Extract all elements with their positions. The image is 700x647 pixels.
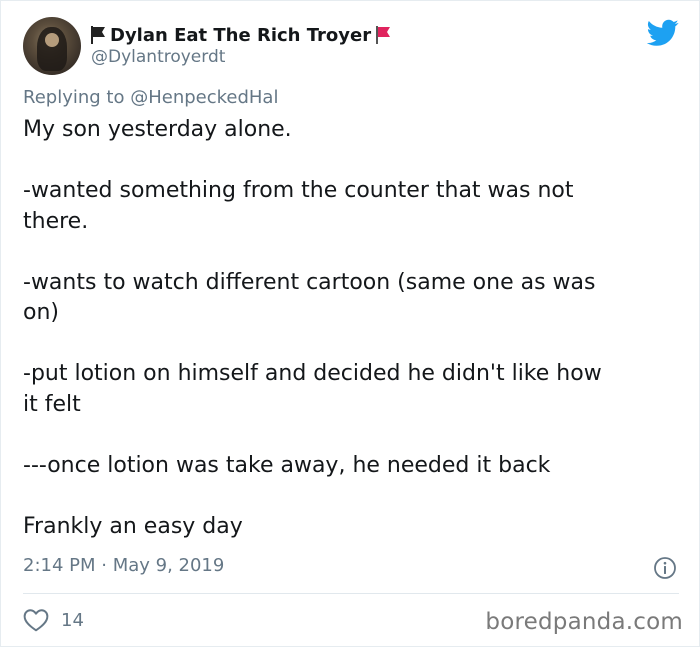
avatar-face [45, 33, 59, 47]
replying-to-prefix: Replying to [23, 87, 131, 108]
tweet-card: Dylan Eat The Rich Troyer @Dylantroyerdt… [0, 0, 700, 647]
tweet-paragraph: ---once lotion was take away, he needed … [23, 452, 551, 478]
tweet-paragraph: Frankly an easy day [23, 513, 243, 539]
twitter-bird-icon[interactable] [646, 19, 679, 47]
avatar[interactable] [23, 17, 81, 75]
tweet-text: My son yesterday alone. -wanted somethin… [23, 115, 679, 542]
tweet-paragraph: -wants to watch different cartoon (same … [23, 269, 596, 326]
like-button[interactable]: 14 [23, 607, 84, 633]
tweet-paragraph: My son yesterday alone. [23, 117, 292, 142]
tweet-paragraph: -wanted something from the counter that … [23, 178, 574, 234]
author-name-row[interactable]: Dylan Eat The Rich Troyer [89, 23, 392, 47]
tweet-timestamp[interactable]: 2:14 PM · May 9, 2019 [23, 555, 224, 576]
replying-to: Replying to @HenpeckedHal [23, 87, 278, 108]
info-icon[interactable] [653, 556, 677, 580]
author-handle[interactable]: @Dylantroyerdt [91, 47, 225, 67]
like-count: 14 [61, 609, 84, 631]
red-flag-icon [374, 25, 392, 45]
black-flag-icon [89, 25, 107, 45]
tweet-paragraph: -put lotion on himself and decided he di… [23, 361, 602, 417]
reply-mention-link[interactable]: @HenpeckedHal [130, 87, 278, 108]
divider [23, 593, 679, 594]
heart-icon [23, 609, 49, 632]
watermark: boredpanda.com [485, 609, 683, 635]
author-display-name[interactable]: Dylan Eat The Rich Troyer [110, 25, 371, 46]
